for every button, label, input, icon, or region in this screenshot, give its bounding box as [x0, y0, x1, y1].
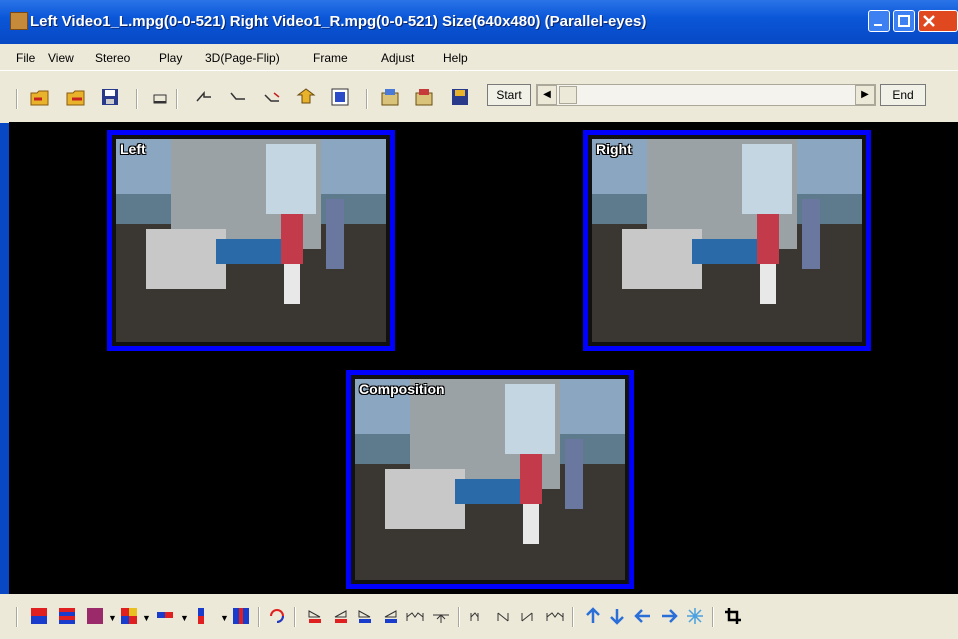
export-icon[interactable] — [380, 87, 400, 107]
frame-scrollbar[interactable]: ◀ ▶ — [536, 84, 876, 106]
composition-video-frame — [355, 379, 625, 580]
align-2-icon[interactable] — [332, 607, 350, 625]
composition-view-label: Composition — [359, 381, 445, 397]
menu-file[interactable]: File — [16, 51, 35, 65]
toolbar-separator — [572, 607, 574, 627]
anaglyph-red-blue-icon[interactable] — [30, 607, 48, 625]
export-image-icon[interactable] — [414, 87, 434, 107]
single-mode-icon[interactable] — [232, 607, 250, 625]
composition-view[interactable]: Composition — [346, 370, 634, 589]
side-by-side-icon[interactable] — [156, 607, 174, 625]
checkerboard-dropdown[interactable]: ▼ — [108, 613, 117, 623]
menu-stereo[interactable]: Stereo — [95, 51, 130, 65]
shrink-icon[interactable] — [432, 607, 450, 625]
step-icon[interactable] — [228, 87, 248, 107]
arrow-up-icon[interactable] — [584, 607, 602, 625]
maximize-button[interactable] — [893, 10, 915, 32]
main-toolbar: Start ◀ ▶ End — [0, 70, 958, 123]
menu-bar: File View Stereo Play 3D(Page-Flip) Fram… — [0, 44, 958, 70]
color-checker-dropdown[interactable]: ▼ — [142, 613, 151, 623]
step-back-icon[interactable] — [194, 87, 214, 107]
menu-frame[interactable]: Frame — [313, 51, 348, 65]
checkerboard-icon[interactable] — [86, 607, 104, 625]
menu-play[interactable]: Play — [159, 51, 182, 65]
open-right-icon[interactable] — [66, 87, 86, 107]
capture-icon[interactable] — [150, 87, 170, 107]
stereo-mode-toolbar: ▼ ▼ ▼ ▼ — [0, 594, 958, 639]
side-by-side-dropdown[interactable]: ▼ — [180, 613, 189, 623]
toolbar-separator — [176, 89, 178, 109]
save-stereo-icon[interactable] — [450, 87, 470, 107]
toolbar-separator — [366, 89, 368, 109]
shift-2-icon[interactable] — [496, 607, 514, 625]
open-left-icon[interactable] — [30, 87, 50, 107]
align-3-icon[interactable] — [356, 607, 374, 625]
shift-3-icon[interactable] — [520, 607, 538, 625]
menu-help[interactable]: Help — [443, 51, 468, 65]
close-button[interactable] — [918, 10, 958, 32]
shift-4-icon[interactable] — [546, 607, 564, 625]
arrow-right-icon[interactable] — [660, 607, 678, 625]
title-bar: Left Video1_L.mpg(0-0-521) Right Video1_… — [0, 0, 958, 44]
toolbar-separator — [136, 89, 138, 109]
scroll-right-arrow[interactable]: ▶ — [855, 85, 875, 105]
left-video-frame — [116, 139, 386, 342]
menu-page-flip[interactable]: 3D(Page-Flip) — [205, 51, 280, 65]
align-4-icon[interactable] — [382, 607, 400, 625]
swap-icon[interactable] — [296, 87, 316, 107]
right-view-label: Right — [596, 141, 632, 157]
right-video-frame — [592, 139, 862, 342]
minimize-button[interactable] — [868, 10, 890, 32]
menu-view[interactable]: View — [48, 51, 74, 65]
toolbar-separator — [16, 607, 18, 627]
menu-adjust[interactable]: Adjust — [381, 51, 414, 65]
toolbar-separator — [458, 607, 460, 627]
scroll-left-arrow[interactable]: ◀ — [537, 85, 557, 105]
fullscreen-icon[interactable] — [330, 87, 350, 107]
stereo-viewport: Left Right Composition — [9, 122, 958, 594]
toolbar-separator — [16, 89, 18, 109]
toolbar-separator — [712, 607, 714, 627]
step-forward-icon[interactable] — [262, 87, 282, 107]
stretch-icon[interactable] — [406, 607, 424, 625]
save-icon[interactable] — [100, 87, 120, 107]
align-1-icon[interactable] — [306, 607, 324, 625]
end-button[interactable]: End — [880, 84, 926, 106]
start-button[interactable]: Start — [487, 84, 531, 106]
window-title: Left Video1_L.mpg(0-0-521) Right Video1_… — [30, 13, 647, 30]
right-view[interactable]: Right — [583, 130, 871, 351]
swap-eyes-icon[interactable] — [268, 607, 286, 625]
over-under-dropdown[interactable]: ▼ — [220, 613, 229, 623]
over-under-icon[interactable] — [192, 607, 210, 625]
toolbar-separator — [294, 607, 296, 627]
app-icon — [10, 12, 28, 30]
shift-1-icon[interactable] — [470, 607, 488, 625]
scroll-thumb[interactable] — [559, 86, 577, 104]
interlaced-icon[interactable] — [58, 607, 76, 625]
left-view-label: Left — [120, 141, 146, 157]
left-view[interactable]: Left — [107, 130, 395, 351]
arrow-left-icon[interactable] — [634, 607, 652, 625]
arrow-down-icon[interactable] — [608, 607, 626, 625]
crop-icon[interactable] — [724, 607, 742, 625]
color-checker-icon[interactable] — [120, 607, 138, 625]
toolbar-separator — [258, 607, 260, 627]
window-frame — [0, 44, 9, 639]
auto-align-icon[interactable] — [686, 607, 704, 625]
